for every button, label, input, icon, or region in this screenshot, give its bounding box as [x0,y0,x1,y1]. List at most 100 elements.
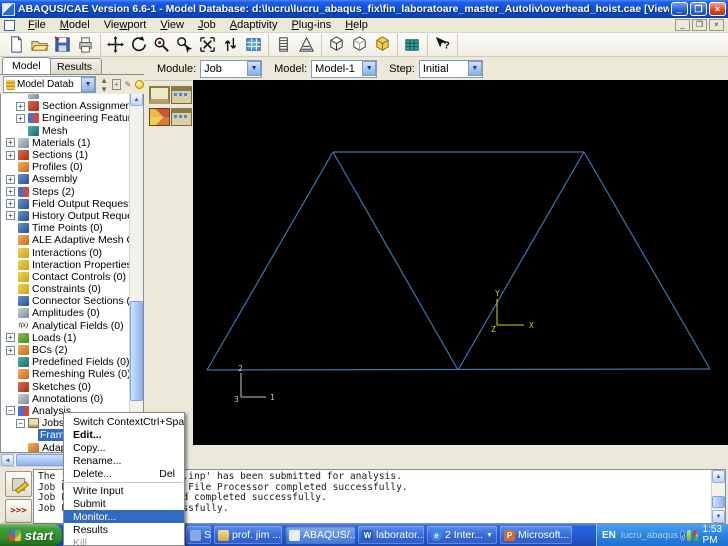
tree-item-constraints-0[interactable]: Constraints (0) [1,283,130,295]
toolbar-context-help-button[interactable]: ? [431,34,454,56]
toolbar-zoom-button[interactable] [150,34,173,56]
tree-expander-icon[interactable]: − [16,418,25,428]
toolbar-pan-button[interactable] [104,34,127,56]
filter-icon[interactable]: ✎ [125,80,132,89]
tree-item-field-output-requests[interactable]: + Field Output Requests [1,198,130,210]
toolbar-view-shaded-button[interactable] [371,34,394,56]
model-database-combo[interactable]: Model Datab ▼ [3,76,97,93]
tree-item-ale-adaptive-mesh-co[interactable]: ALE Adaptive Mesh Co [1,234,130,246]
tree-item-steps-2[interactable]: + Steps (2) [1,186,130,198]
tray-app-icon[interactable] [687,529,692,541]
menu-plugins[interactable]: Plug-ins [284,18,338,32]
toolbar-mesh-button[interactable] [401,34,424,56]
menu-file[interactable]: File [21,18,53,32]
job-manager-button[interactable] [171,86,192,104]
tree-item-mesh[interactable]: Mesh [1,125,130,137]
mdi-close-button[interactable]: × [709,19,724,31]
tree-item-sketches-0[interactable]: Sketches (0) [1,381,130,393]
model-combo[interactable]: Model-1 ▼ [311,59,378,78]
tree-expander-icon[interactable]: + [16,113,25,123]
toolbar-rotate-button[interactable] [127,34,150,56]
context-menu-switch-context[interactable]: Switch ContextCtrl+Space [64,415,184,428]
expand-all-icon[interactable]: + [111,79,121,90]
message-scroll-thumb[interactable] [712,496,725,508]
context-menu-results[interactable]: Results [64,523,184,536]
toolbar-new-button[interactable] [5,34,28,56]
tree-item-remeshing-rules-0[interactable]: Remeshing Rules (0) [1,368,130,380]
context-menu-delete[interactable]: Delete... Del [64,467,184,480]
taskbar-task-2-inter[interactable]: e2 Inter... ▼ [427,526,497,544]
taskbar-task-microsoft[interactable]: P Microsoft... [500,526,572,544]
tree-item-profiles-0[interactable]: Profiles (0) [1,161,130,173]
taskbar-task-s[interactable]: S ... [186,526,211,544]
menu-viewport[interactable]: Viewport [97,18,154,32]
spin-arrows-icon[interactable]: ▲ ▼ [100,76,108,94]
tree-item-sections-1[interactable]: + Sections (1) [1,149,130,161]
tree-item-annotations-0[interactable]: Annotations (0) [1,393,130,405]
tree-item-section-assignments[interactable]: + Section Assignments [1,100,130,112]
tab-model[interactable]: Model [2,57,51,74]
combo-dropdown-icon[interactable]: ▼ [467,61,482,76]
tree-item-time-points-0[interactable]: Time Points (0) [1,222,130,234]
context-menu-rename[interactable]: Rename... [64,454,184,467]
toolbar-view-hidden-button[interactable] [348,34,371,56]
mdi-restore-button[interactable]: ❐ [692,19,707,31]
message-area-button[interactable] [5,471,32,497]
toolbar-render-wireframe-button[interactable] [272,34,295,56]
toolbar-render-filled-button[interactable] [295,34,318,56]
tree-item-analytical-fields-0[interactable]: f(x) Analytical Fields (0) [1,320,130,332]
scroll-up-icon[interactable]: ▲ [130,93,143,106]
tree-expander-icon[interactable]: + [6,333,15,343]
create-job-button[interactable] [149,86,170,104]
tree-expander-icon[interactable]: + [6,345,15,355]
start-button[interactable]: start [0,524,62,546]
tree-expander-icon[interactable]: − [6,406,15,416]
tree-expander-icon[interactable]: + [6,150,15,160]
menu-job[interactable]: Job [191,18,223,32]
adaptivity-manager-button[interactable] [171,108,192,126]
tree-expander-icon[interactable]: + [6,174,15,184]
tree-item-interaction-properties[interactable]: Interaction Properties [1,259,130,271]
taskbar-task-abaqus[interactable]: ABAQUS/... [285,526,355,544]
menu-adaptivity[interactable]: Adaptivity [223,18,285,32]
tree-item-partial[interactable] [1,93,130,100]
close-button[interactable]: × [709,2,726,16]
tray-update-icon[interactable] [693,529,698,541]
taskbar-task-laborator[interactable]: Wlaborator... [358,526,424,544]
mdi-minimize-button[interactable]: _ [675,19,690,31]
context-menu-edit[interactable]: Edit... [64,428,184,441]
combo-dropdown-icon[interactable]: ▼ [362,61,377,76]
tree-item-assembly[interactable]: + Assembly [1,173,130,185]
tree-item-engineering-features[interactable]: + Engineering Features [1,112,130,124]
message-scrollbar[interactable]: ▲ ▼ [711,470,725,523]
scroll-up-icon[interactable]: ▲ [712,470,725,483]
tree-item-bcs-2[interactable]: + BCs (2) [1,344,130,356]
tree-item-history-output-reques[interactable]: + History Output Reques [1,210,130,222]
minimize-button[interactable]: _ [671,2,688,16]
tree-item-connector-sections-0[interactable]: Connector Sections (0) [1,295,130,307]
tree-item-interactions-0[interactable]: Interactions (0) [1,246,130,259]
command-line-button[interactable]: >>> [5,499,32,523]
tree-scroll-thumb[interactable] [130,301,143,401]
toolbar-open-button[interactable] [28,34,51,56]
toolbar-auto-fit-button[interactable] [219,34,242,56]
task-group-dropdown-icon[interactable]: ▼ [486,532,493,539]
create-adaptivity-process-button[interactable] [149,108,170,126]
language-indicator[interactable]: EN [602,530,616,541]
taskbar-task-prof-jim[interactable]: prof. jim ... [214,526,282,544]
tree-expander-icon[interactable]: + [6,187,15,197]
tree-item-amplitudes-0[interactable]: Amplitudes (0) [1,307,130,319]
tree-item-predefined-fields-0[interactable]: Predefined Fields (0) [1,356,130,368]
tips-icon[interactable] [135,80,144,89]
restore-button[interactable]: ❐ [690,2,707,16]
toolbar-spreadsheet-button[interactable] [242,34,265,56]
tree-expander-icon[interactable]: + [6,211,15,221]
context-menu-submit[interactable]: Submit [64,497,184,510]
module-combo[interactable]: Job ▼ [200,59,263,78]
context-menu-monitor[interactable]: Monitor... [64,510,184,523]
viewport-canvas[interactable]: Y X Z 2 1 3 [193,80,728,445]
menu-model[interactable]: Model [53,18,97,32]
toolbar-save-button[interactable] [51,34,74,56]
tab-results[interactable]: Results [47,58,103,74]
tree-expander-icon[interactable]: + [16,101,25,111]
